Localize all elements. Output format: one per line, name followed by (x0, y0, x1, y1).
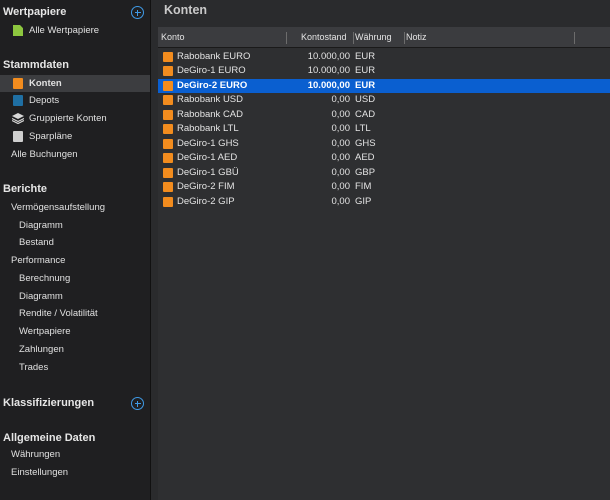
sidebar-item-sparplaene[interactable]: Sparpläne (0, 128, 150, 145)
account-icon (163, 182, 173, 192)
account-balance: 0,00 (331, 137, 351, 149)
table-row[interactable]: DeGiro-2 FIM 0,00 FIM (158, 180, 610, 195)
account-balance: 0,00 (331, 195, 351, 207)
column-separator[interactable] (574, 32, 575, 44)
account-currency: FIM (355, 181, 372, 192)
sidebar-item-vermoegensaufstellung[interactable]: Vermögensaufstellung (0, 199, 150, 216)
table-row[interactable]: Rabobank USD 0,00 USD (158, 93, 610, 108)
account-currency: GHS (355, 137, 376, 149)
section-wertpapiere-heading: Wertpapiere (3, 6, 67, 18)
account-icon (163, 138, 173, 149)
account-name: DeGiro-1 GBÜ (177, 166, 239, 178)
account-currency: LTL (355, 123, 371, 134)
column-separator[interactable] (286, 32, 287, 44)
table-row[interactable]: Rabobank LTL 0,00 LTL (158, 122, 610, 137)
account-currency: CAD (355, 108, 376, 120)
account-balance: 0,00 (331, 152, 351, 163)
sidebar-item-einstellungen[interactable]: Einstellungen (0, 464, 150, 481)
layers-icon (12, 113, 24, 124)
column-header-waehrung[interactable]: Währung (355, 27, 392, 48)
table-row[interactable]: DeGiro-1 GHS 0,00 GHS (158, 137, 610, 152)
account-name: DeGiro-2 GIP (177, 195, 235, 207)
account-icon (13, 78, 23, 89)
table-row[interactable]: Rabobank EURO 10.000,00 EUR (158, 50, 610, 65)
account-name: Rabobank EURO (177, 50, 251, 62)
section-klassifizierungen-heading: Klassifizierungen (3, 397, 95, 409)
account-currency: EUR (355, 50, 376, 62)
account-icon (163, 95, 173, 105)
account-balance: 0,00 (331, 123, 351, 134)
section-allgemeine-daten-heading: Allgemeine Daten (3, 432, 96, 444)
account-icon (163, 80, 173, 91)
table-row[interactable]: DeGiro-1 EURO 10.000,00 EUR (158, 64, 610, 79)
account-icon (163, 51, 173, 62)
account-icon (163, 109, 173, 120)
sidebar-item-gruppierte-konten[interactable]: Gruppierte Konten (0, 110, 150, 127)
table-row[interactable]: DeGiro-1 AED 0,00 AED (158, 151, 610, 166)
sidebar-item-trades[interactable]: Trades (0, 359, 150, 376)
add-classification-plus-icon[interactable] (131, 397, 144, 410)
add-security-plus-icon[interactable] (131, 6, 144, 19)
sidebar-item-performance-diagramm[interactable]: Diagramm (0, 288, 150, 305)
column-header-kontostand[interactable]: Kontostand (301, 27, 347, 48)
column-separator[interactable] (404, 32, 405, 44)
account-name: DeGiro-2 FIM (177, 181, 235, 192)
account-name: Rabobank LTL (177, 123, 239, 134)
section-stammdaten-heading: Stammdaten (3, 59, 70, 71)
account-icon (163, 153, 173, 163)
account-name: DeGiro-1 GHS (177, 137, 239, 149)
account-currency: EUR (355, 79, 376, 91)
account-balance: 10.000,00 (307, 79, 350, 91)
column-separator[interactable] (353, 32, 354, 44)
account-balance: 10.000,00 (307, 50, 350, 62)
account-currency: GIP (355, 195, 372, 207)
document-icon (13, 25, 23, 36)
account-name: Rabobank USD (177, 94, 244, 105)
account-icon (163, 124, 173, 134)
account-balance: 0,00 (331, 181, 351, 192)
sidebar-item-waehrungen[interactable]: Währungen (0, 446, 150, 463)
account-icon (163, 66, 173, 76)
account-icon (163, 167, 173, 178)
page-title: Konten (164, 3, 208, 17)
account-name: DeGiro-1 AED (177, 152, 238, 163)
sidebar-item-konten[interactable]: Konten (0, 75, 150, 92)
sidebar-item-depots[interactable]: Depots (0, 92, 150, 109)
sidebar-item-alle-wertpapiere[interactable]: Alle Wertpapiere (0, 22, 150, 39)
sidebar-item-alle-buchungen[interactable]: Alle Buchungen (0, 146, 150, 163)
sidebar-item-zahlungen[interactable]: Zahlungen (0, 341, 150, 358)
account-balance: 0,00 (331, 108, 351, 120)
sidebar-divider[interactable] (150, 0, 151, 500)
table-row[interactable]: DeGiro-1 GBÜ 0,00 GBP (158, 166, 610, 181)
account-name: DeGiro-1 EURO (177, 65, 246, 76)
portfolio-icon (13, 95, 23, 106)
account-icon (163, 196, 173, 207)
sidebar-item-diagramm[interactable]: Diagramm (0, 217, 150, 234)
sidebar-item-bestand[interactable]: Bestand (0, 234, 150, 251)
account-currency: GBP (355, 166, 376, 178)
account-balance: 10.000,00 (307, 65, 350, 76)
account-balance: 0,00 (331, 166, 351, 178)
account-currency: EUR (355, 65, 376, 76)
sidebar-item-performance[interactable]: Performance (0, 252, 150, 269)
account-balance: 0,00 (331, 94, 351, 105)
sidebar: Wertpapiere Alle Wertpapiere Stammdaten … (0, 0, 150, 500)
account-currency: AED (355, 152, 375, 163)
accounts-table: Konto Kontostand Währung Notiz Rabobank … (158, 27, 610, 500)
table-row[interactable]: DeGiro-2 EURO 10.000,00 EUR (158, 78, 610, 93)
sidebar-item-rendite-volatilitaet[interactable]: Rendite / Volatilität (0, 305, 150, 322)
section-berichte-heading: Berichte (3, 183, 48, 195)
account-currency: USD (355, 94, 376, 105)
table-row[interactable]: Rabobank CAD 0,00 CAD (158, 108, 610, 123)
sidebar-item-berechnung[interactable]: Berechnung (0, 270, 150, 287)
sidebar-item-wertpapiere[interactable]: Wertpapiere (0, 323, 150, 340)
column-header-konto[interactable]: Konto (161, 27, 185, 48)
column-header-notiz[interactable]: Notiz (406, 27, 427, 48)
account-name: DeGiro-2 EURO (177, 79, 248, 91)
table-header: Konto Kontostand Währung Notiz (158, 27, 610, 48)
table-row[interactable]: DeGiro-2 GIP 0,00 GIP (158, 195, 610, 210)
account-name: Rabobank CAD (177, 108, 244, 120)
calendar-icon (13, 131, 23, 142)
